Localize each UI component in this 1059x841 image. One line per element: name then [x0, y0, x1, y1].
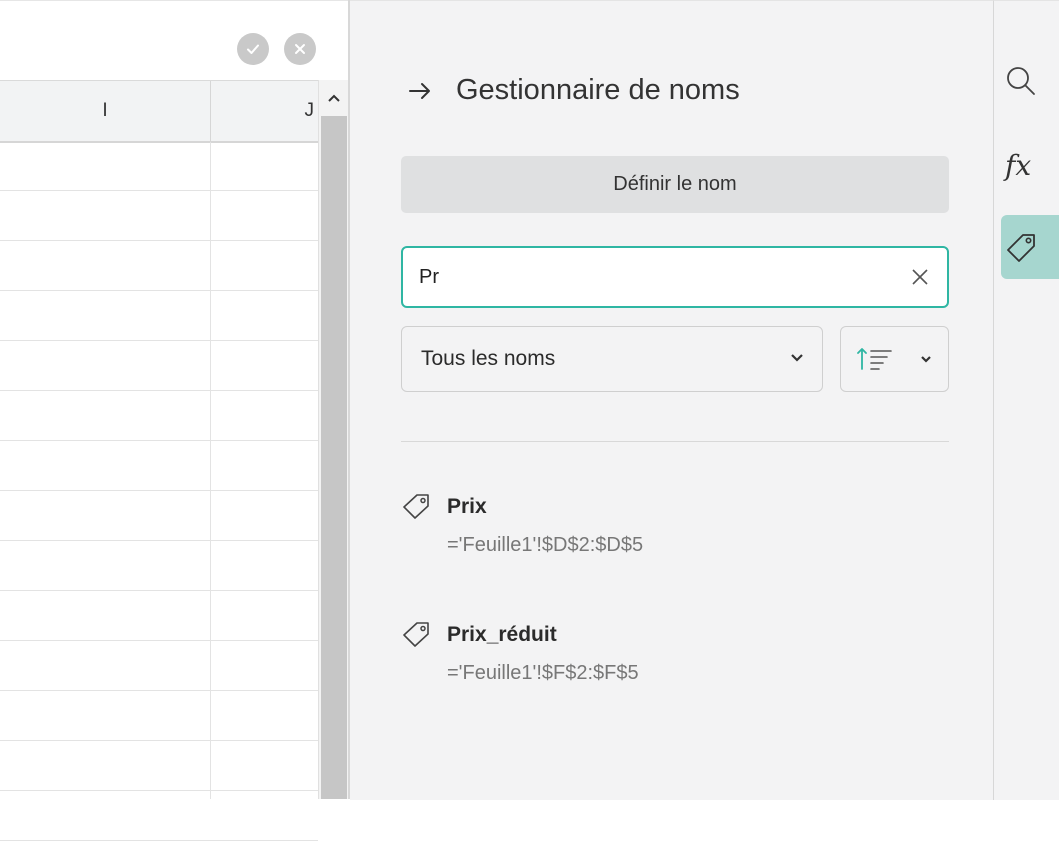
rail-search-button[interactable]	[1001, 53, 1053, 109]
column-header-i[interactable]: I	[0, 81, 211, 141]
define-name-button[interactable]: Définir le nom	[401, 156, 949, 213]
column-header-j[interactable]: J	[211, 81, 318, 141]
name-list-item[interactable]: Prix_réduit ='Feuille1'!$F$2:$F$5	[401, 621, 949, 711]
name-reference: ='Feuille1'!$D$2:$D$5	[447, 534, 644, 556]
name-search-box[interactable]	[401, 246, 949, 308]
name-label: Prix	[447, 495, 487, 518]
row-gridline	[0, 440, 318, 441]
chevron-down-icon	[791, 354, 803, 362]
row-gridline	[0, 390, 318, 391]
name-label: Prix_réduit	[447, 623, 557, 646]
rail-function-button[interactable]: fx	[1001, 137, 1053, 193]
row-gridline	[0, 540, 318, 541]
name-filter-dropdown[interactable]: Tous les noms	[401, 326, 823, 392]
row-gridline	[0, 590, 318, 591]
column-header-row: I J	[0, 80, 318, 143]
search-icon	[1007, 67, 1035, 95]
confirm-button[interactable]	[237, 33, 269, 65]
arrow-right-icon	[409, 83, 430, 99]
filter-selected-value: Tous les noms	[421, 347, 556, 370]
side-rail: fx	[993, 0, 1059, 800]
chevron-up-icon	[328, 94, 340, 102]
row-gridline	[0, 690, 318, 691]
name-search-input[interactable]	[419, 261, 879, 293]
cancel-button[interactable]	[284, 33, 316, 65]
row-gridline	[0, 190, 318, 191]
tag-icon	[403, 494, 429, 519]
tag-icon	[403, 622, 429, 647]
scrollbar-thumb[interactable]	[321, 116, 347, 799]
vertical-scrollbar[interactable]	[318, 80, 349, 799]
row-gridline	[0, 790, 318, 791]
name-list-item[interactable]: Prix ='Feuille1'!$D$2:$D$5	[401, 493, 949, 583]
divider	[401, 441, 949, 442]
column-divider	[210, 142, 211, 799]
collapse-panel-button[interactable]	[400, 71, 440, 111]
row-gridline	[0, 740, 318, 741]
chevron-down-icon	[921, 356, 931, 363]
row-gridline	[0, 340, 318, 341]
check-icon	[247, 44, 259, 54]
function-icon: fx	[1005, 148, 1032, 182]
panel-title: Gestionnaire de noms	[456, 74, 740, 106]
clear-search-button[interactable]	[905, 262, 935, 292]
close-icon	[295, 44, 305, 54]
rail-name-manager-button[interactable]	[1001, 215, 1059, 279]
scroll-up-button[interactable]	[319, 80, 349, 116]
formula-bar	[0, 0, 350, 81]
tag-icon	[1007, 234, 1035, 262]
name-reference: ='Feuille1'!$F$2:$F$5	[447, 662, 639, 684]
spreadsheet-area: I J	[0, 0, 350, 841]
row-gridline	[0, 240, 318, 241]
close-icon	[912, 269, 928, 285]
row-gridline	[0, 490, 318, 491]
sort-dropdown[interactable]	[840, 326, 949, 392]
row-gridline	[0, 640, 318, 641]
name-manager-panel: Gestionnaire de noms Définir le nom Tous…	[350, 0, 993, 800]
cell-grid[interactable]	[0, 142, 318, 841]
sort-ascending-icon	[857, 348, 892, 370]
row-gridline	[0, 290, 318, 291]
